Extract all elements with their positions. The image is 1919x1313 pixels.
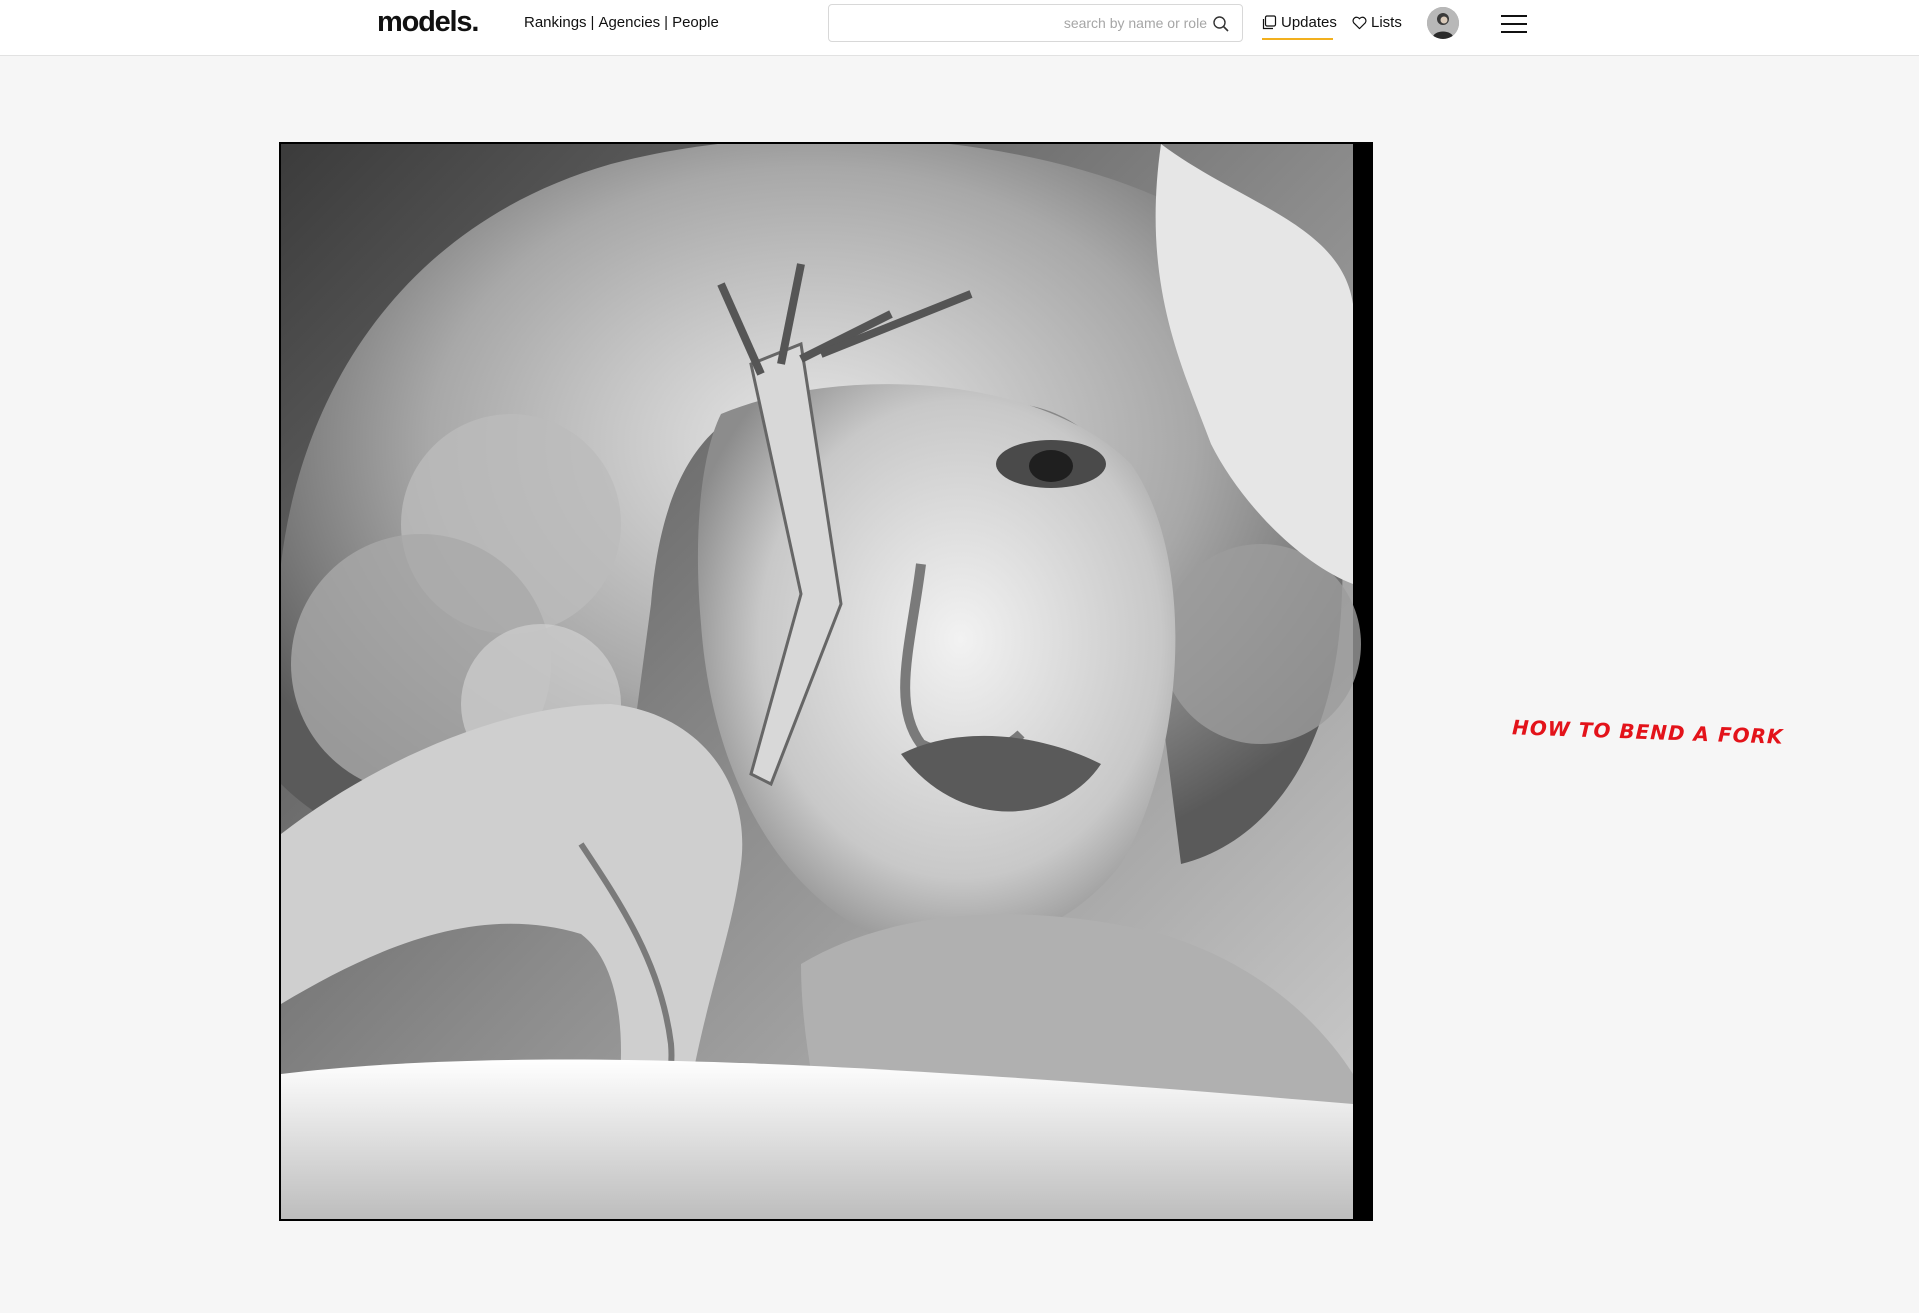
main-nav: Rankings | Agencies | People — [524, 14, 719, 31]
lists-link[interactable]: Lists — [1352, 14, 1402, 31]
search-input[interactable] — [837, 6, 1207, 40]
nav-rankings[interactable]: Rankings — [524, 14, 587, 31]
nav-people[interactable]: People — [672, 14, 719, 31]
updates-icon — [1262, 15, 1277, 30]
search-box — [828, 4, 1243, 42]
editorial-photo[interactable] — [279, 142, 1373, 1221]
nav-agencies[interactable]: Agencies — [598, 14, 660, 31]
heart-icon — [1352, 16, 1367, 29]
hamburger-menu-icon[interactable] — [1501, 13, 1527, 35]
avatar-image — [1427, 7, 1459, 39]
user-avatar[interactable] — [1427, 7, 1459, 39]
nav-separator: | — [664, 14, 669, 31]
portrait-image — [281, 144, 1371, 1219]
updates-label: Updates — [1281, 14, 1337, 31]
site-logo[interactable]: models. — [377, 6, 479, 39]
lists-label: Lists — [1371, 14, 1402, 31]
updates-link[interactable]: Updates — [1262, 14, 1337, 31]
active-tab-indicator — [1262, 38, 1333, 40]
search-icon[interactable] — [1212, 15, 1230, 33]
handwritten-caption: HOW TO BEND A FORK — [1511, 715, 1784, 749]
nav-separator: | — [590, 14, 595, 31]
top-header: models. Rankings|Agencies|People Updates… — [0, 0, 1919, 56]
